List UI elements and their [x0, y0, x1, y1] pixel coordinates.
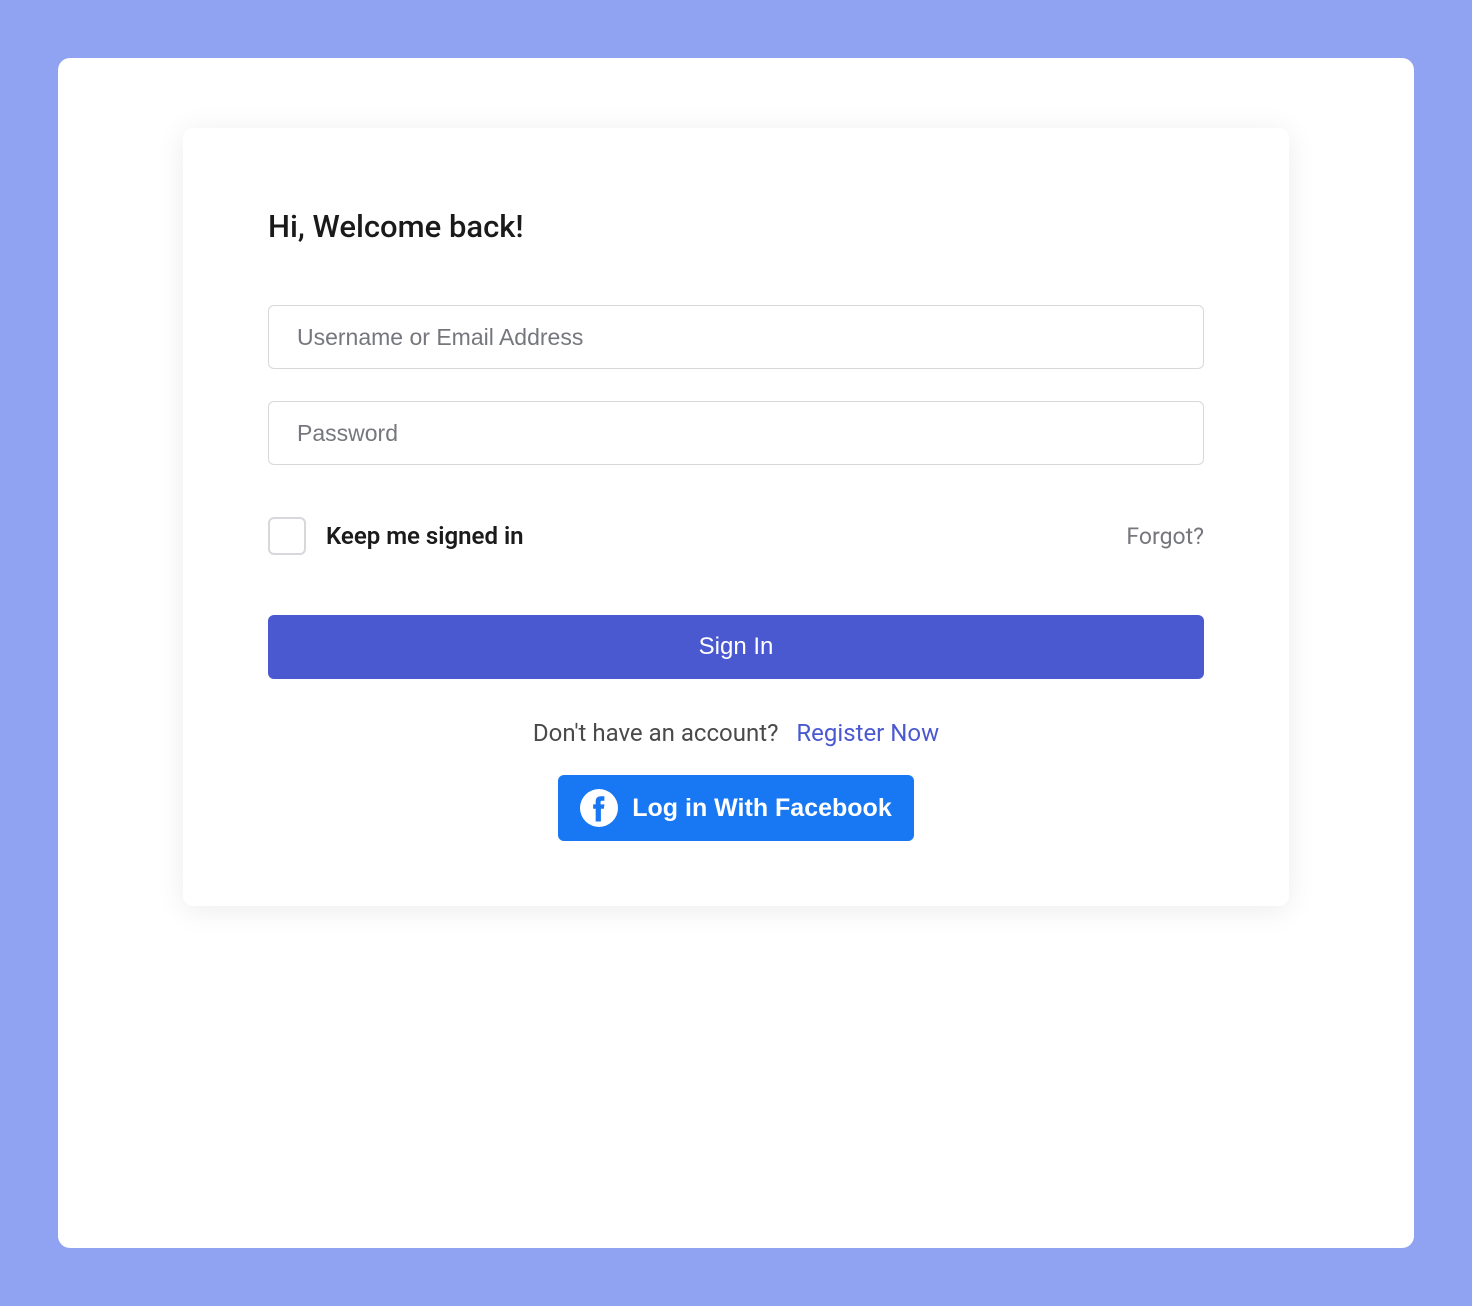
facebook-row: Log in With Facebook [268, 775, 1204, 841]
forgot-link[interactable]: Forgot? [1126, 523, 1204, 550]
options-row: Keep me signed in Forgot? [268, 517, 1204, 555]
keep-signed-wrap: Keep me signed in [268, 517, 524, 555]
register-row: Don't have an account? Register Now [268, 719, 1204, 747]
keep-signed-checkbox[interactable] [268, 517, 306, 555]
signin-button[interactable]: Sign In [268, 615, 1204, 679]
page-title: Hi, Welcome back! [268, 208, 1204, 245]
register-prompt: Don't have an account? [533, 719, 779, 747]
facebook-button-label: Log in With Facebook [632, 794, 892, 823]
keep-signed-label[interactable]: Keep me signed in [326, 522, 524, 550]
page-outer-card: Hi, Welcome back! Keep me signed in Forg… [58, 58, 1414, 1248]
login-card: Hi, Welcome back! Keep me signed in Forg… [183, 128, 1289, 906]
facebook-icon [580, 789, 618, 827]
password-input[interactable] [268, 401, 1204, 465]
register-link[interactable]: Register Now [796, 719, 939, 747]
facebook-login-button[interactable]: Log in With Facebook [558, 775, 914, 841]
username-input[interactable] [268, 305, 1204, 369]
